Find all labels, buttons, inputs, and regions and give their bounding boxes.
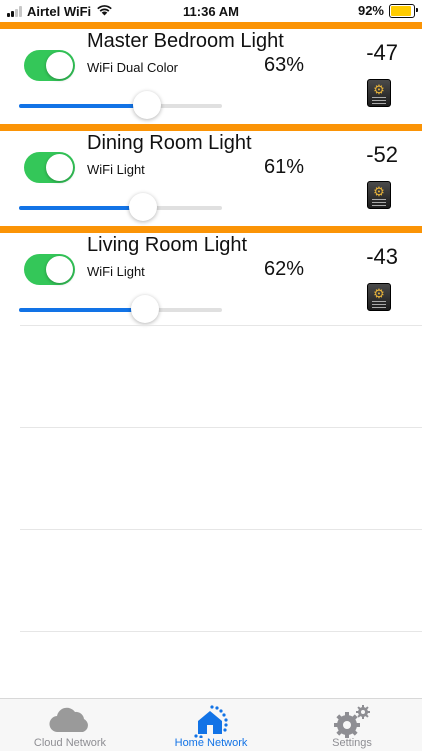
- tab-label: Settings: [332, 737, 372, 749]
- brightness-slider[interactable]: [19, 295, 222, 323]
- empty-row-separator: [20, 631, 422, 632]
- slider-fill: [19, 104, 147, 108]
- brightness-percent: 62%: [264, 258, 305, 280]
- signal-rssi: -52: [366, 142, 398, 167]
- signal-rssi: -47: [366, 40, 398, 65]
- gear-app-icon[interactable]: ⚙: [367, 79, 391, 107]
- device-row: Dining Room Light WiFi Light 61% -52 ⚙: [0, 124, 422, 226]
- row-accent-bar: [0, 124, 422, 131]
- tab-label: Cloud Network: [33, 737, 107, 749]
- power-toggle[interactable]: [24, 254, 75, 285]
- device-type: WiFi Light: [87, 162, 145, 177]
- slider-thumb[interactable]: [132, 91, 161, 119]
- signal-rssi: -43: [366, 244, 398, 269]
- battery-fill: [391, 5, 412, 16]
- brightness-slider[interactable]: [19, 193, 222, 221]
- battery-icon: [389, 3, 418, 18]
- tab-cloud-network[interactable]: Cloud Network: [0, 699, 140, 751]
- slider-fill: [19, 308, 145, 312]
- tab-home-network[interactable]: Home Network: [141, 699, 281, 751]
- empty-row-separator: [20, 529, 422, 530]
- gear-app-icon[interactable]: ⚙: [367, 283, 391, 311]
- brightness-percent: 61%: [264, 156, 305, 178]
- device-name: Master Bedroom Light: [87, 30, 284, 52]
- toggle-knob: [46, 154, 73, 181]
- toggle-knob: [46, 256, 73, 283]
- row-accent-bar: [0, 226, 422, 233]
- device-list: Master Bedroom Light WiFi Dual Color 63%…: [0, 22, 422, 328]
- row-accent-bar: [0, 22, 422, 29]
- battery-percent: 92%: [357, 3, 384, 18]
- tab-bar: Cloud Network Home Network Settings: [0, 698, 422, 751]
- gear-app-icon[interactable]: ⚙: [367, 181, 391, 209]
- toggle-knob: [46, 52, 73, 79]
- power-toggle[interactable]: [24, 50, 75, 81]
- brightness-slider[interactable]: [19, 91, 222, 119]
- power-toggle[interactable]: [24, 152, 75, 183]
- tab-settings[interactable]: Settings: [282, 699, 422, 751]
- device-name: Living Room Light: [87, 234, 248, 256]
- device-row: Master Bedroom Light WiFi Dual Color 63%…: [0, 22, 422, 124]
- status-right: 92%: [357, 3, 418, 18]
- empty-row-separator: [20, 325, 422, 326]
- cloud-icon: [48, 704, 92, 739]
- slider-thumb[interactable]: [130, 295, 159, 323]
- device-type: WiFi Dual Color: [87, 60, 179, 75]
- tab-label: Home Network: [174, 737, 248, 749]
- empty-row-separator: [20, 427, 422, 428]
- status-bar: Airtel WiFi 11:36 AM 92%: [0, 0, 422, 22]
- device-row: Living Room Light WiFi Light 62% -43 ⚙: [0, 226, 422, 328]
- device-type: WiFi Light: [87, 264, 145, 279]
- slider-fill: [19, 206, 143, 210]
- device-name: Dining Room Light: [87, 132, 252, 154]
- brightness-percent: 63%: [264, 54, 305, 76]
- slider-thumb[interactable]: [128, 193, 157, 221]
